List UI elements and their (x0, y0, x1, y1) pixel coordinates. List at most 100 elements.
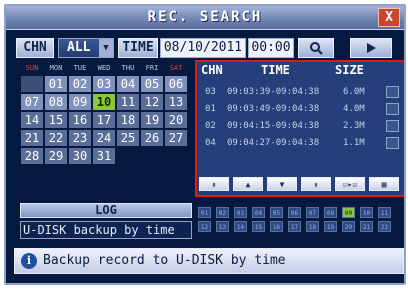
row-chn: 03 (205, 87, 216, 97)
channel-box-09[interactable]: 09 (342, 207, 355, 218)
channel-box-10[interactable]: 10 (360, 207, 373, 218)
info-icon: i (21, 253, 37, 269)
channel-box-15[interactable]: 15 (252, 221, 265, 232)
title-bar: REC. SEARCH X (6, 6, 404, 30)
rec-search-window: REC. SEARCH X CHN ALL ▼ TIME 08/10/2011 … (4, 4, 406, 285)
calendar-day-18[interactable]: 18 (117, 112, 139, 128)
channel-box-13[interactable]: 13 (216, 221, 229, 232)
channel-box-06[interactable]: 06 (288, 207, 301, 218)
time-field[interactable]: 00:00 (248, 38, 294, 58)
close-button[interactable]: X (378, 8, 400, 27)
weekday-sat: SAT (169, 64, 183, 72)
channel-box-01[interactable]: 01 (198, 207, 211, 218)
chn-label: CHN (16, 38, 54, 58)
row-checkbox[interactable] (386, 86, 399, 98)
calendar-day-22[interactable]: 22 (45, 130, 67, 146)
status-bar: i Backup record to U-DISK by time (14, 248, 404, 274)
table-row[interactable]: 01 09:03:49-09:04:38 4.0M (201, 101, 401, 117)
channel-box-18[interactable]: 18 (306, 221, 319, 232)
calendar-day-04[interactable]: 04 (117, 76, 139, 92)
table-row[interactable]: 03 09:03:39-09:04:38 6.0M (201, 84, 401, 100)
calendar-day-13[interactable]: 13 (165, 94, 187, 110)
log-button[interactable]: LOG (20, 203, 192, 218)
select-all-button[interactable]: ☑▸☑ (335, 177, 365, 191)
calendar-day-10[interactable]: 10 (93, 94, 115, 110)
row-size: 1.1M (343, 138, 365, 148)
row-checkbox[interactable] (386, 120, 399, 132)
backup-mode-select[interactable]: U-DISK backup by time (20, 221, 192, 239)
weekday-wed: WED (97, 64, 111, 72)
calendar-day-03[interactable]: 03 (93, 76, 115, 92)
row-checkbox[interactable] (386, 137, 399, 149)
time-label: TIME (118, 38, 158, 58)
play-button[interactable] (350, 38, 392, 58)
channel-box-14[interactable]: 14 (234, 221, 247, 232)
window-title: REC. SEARCH (147, 9, 263, 25)
calendar-day-12[interactable]: 12 (141, 94, 163, 110)
row-size: 2.3M (343, 121, 365, 131)
channel-box-12[interactable]: 12 (198, 221, 211, 232)
calendar-day-27[interactable]: 27 (165, 130, 187, 146)
calendar-day-29[interactable]: 29 (45, 148, 67, 164)
first-page-button[interactable]: ⇞ (199, 177, 229, 191)
calendar-day-25[interactable]: 25 (117, 130, 139, 146)
calendar-day-07[interactable]: 07 (21, 94, 43, 110)
calendar-day-11[interactable]: 11 (117, 94, 139, 110)
date-field[interactable]: 08/10/2011 (160, 38, 246, 58)
channel-box-21[interactable]: 21 (360, 221, 373, 232)
channel-box-08[interactable]: 08 (324, 207, 337, 218)
calendar-day-14[interactable]: 14 (21, 112, 43, 128)
row-chn: 04 (205, 138, 216, 148)
channel-box-19[interactable]: 19 (324, 221, 337, 232)
channel-box-22[interactable]: 22 (378, 221, 391, 232)
channel-box-05[interactable]: 05 (270, 207, 283, 218)
channel-box-02[interactable]: 02 (216, 207, 229, 218)
calendar-day-16[interactable]: 16 (69, 112, 91, 128)
channel-box-20[interactable]: 20 (342, 221, 355, 232)
last-page-button[interactable]: ⇟ (301, 177, 331, 191)
channel-box-03[interactable]: 03 (234, 207, 247, 218)
calendar-day-28[interactable]: 28 (21, 148, 43, 164)
search-button[interactable] (298, 38, 334, 58)
calendar-day-09[interactable]: 09 (69, 94, 91, 110)
calendar-day-21[interactable]: 21 (21, 130, 43, 146)
search-icon (310, 42, 323, 55)
table-row[interactable]: 04 09:04:27-09:04:38 1.1M (201, 135, 401, 151)
record-list: CHN TIME SIZE 03 09:03:39-09:04:38 6.0M 01 0… (195, 60, 404, 197)
prev-page-button[interactable]: ▲ (233, 177, 263, 191)
calendar-day-08[interactable]: 08 (45, 94, 67, 110)
calendar-day-17[interactable]: 17 (93, 112, 115, 128)
row-checkbox[interactable] (386, 103, 399, 115)
calendar-day-15[interactable]: 15 (45, 112, 67, 128)
calendar-day-31[interactable]: 31 (93, 148, 115, 164)
backup-button[interactable]: ▦ (369, 177, 399, 191)
calendar-day-02[interactable]: 02 (69, 76, 91, 92)
channel-box-17[interactable]: 17 (288, 221, 301, 232)
play-icon (367, 43, 376, 53)
channel-box-04[interactable]: 04 (252, 207, 265, 218)
channel-box-07[interactable]: 07 (306, 207, 319, 218)
calendar-day-24[interactable]: 24 (93, 130, 115, 146)
calendar-day-19[interactable]: 19 (141, 112, 163, 128)
calendar-day-23[interactable]: 23 (69, 130, 91, 146)
table-row[interactable]: 02 09:04:15-09:04:38 2.3M (201, 118, 401, 134)
channel-box-16[interactable]: 16 (270, 221, 283, 232)
calendar-day-20[interactable]: 20 (165, 112, 187, 128)
channel-select-value: ALL (67, 40, 91, 55)
calendar-day-06[interactable]: 06 (165, 76, 187, 92)
weekday-mon: MON (49, 64, 63, 72)
chevron-down-icon: ▼ (99, 39, 113, 57)
calendar-day-26[interactable]: 26 (141, 130, 163, 146)
calendar-day-30[interactable]: 30 (69, 148, 91, 164)
calendar-day-05[interactable]: 05 (141, 76, 163, 92)
channel-select[interactable]: ALL ▼ (58, 38, 114, 58)
calendar-blank (21, 76, 43, 92)
weekday-fri: FRI (145, 64, 159, 72)
row-chn: 02 (205, 121, 216, 131)
calendar-day-01[interactable]: 01 (45, 76, 67, 92)
row-time: 09:03:39-09:04:38 (227, 87, 320, 97)
next-page-button[interactable]: ▼ (267, 177, 297, 191)
header-size: SIZE (335, 63, 364, 77)
channel-box-11[interactable]: 11 (378, 207, 391, 218)
header-time: TIME (261, 63, 290, 77)
